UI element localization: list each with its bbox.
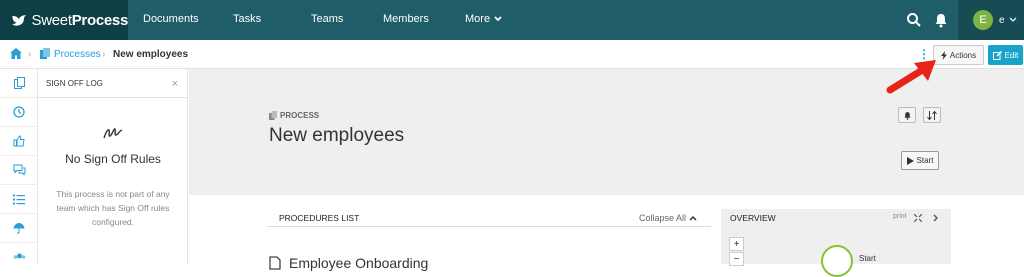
main-content: PROCESS New employees Start PROCEDURES L… xyxy=(189,69,1024,277)
overview-panel: OVERVIEW print + − Start xyxy=(721,209,951,277)
app-logo[interactable]: Sweet Process xyxy=(0,0,128,40)
zoom-in-button[interactable]: + xyxy=(729,237,744,251)
chevron-down-icon xyxy=(494,16,502,22)
chevron-right-icon[interactable] xyxy=(933,214,939,222)
empty-state-text: This process is not part of any team whi… xyxy=(56,189,170,227)
edit-icon xyxy=(992,50,1002,60)
user-name: e xyxy=(999,14,1005,26)
flow-start-label: Start xyxy=(859,254,876,263)
collapse-all-button[interactable]: Collapse All xyxy=(639,213,697,223)
process-label-text: PROCESS xyxy=(280,111,320,120)
lightning-icon xyxy=(940,50,947,60)
procedures-list-header: PROCEDURES LIST Collapse All xyxy=(267,209,711,227)
close-icon[interactable]: × xyxy=(172,78,178,90)
play-icon xyxy=(906,156,914,165)
documents-icon xyxy=(40,48,50,59)
breadcrumb-separator: › xyxy=(28,49,32,60)
overview-header: OVERVIEW print xyxy=(721,209,951,227)
side-comments-button[interactable] xyxy=(0,156,38,185)
sign-off-log-title: SIGN OFF LOG xyxy=(46,78,103,88)
side-history-button[interactable] xyxy=(0,98,38,127)
users-icon xyxy=(13,253,25,259)
side-documents-button[interactable] xyxy=(0,69,38,98)
breadcrumb-processes[interactable]: Processes xyxy=(54,49,101,60)
start-label: Start xyxy=(916,156,934,165)
bell-icon xyxy=(903,111,911,120)
page-title: New employees xyxy=(269,125,405,146)
edit-button[interactable]: Edit xyxy=(988,45,1023,65)
annotation-arrow-icon xyxy=(886,60,936,94)
avatar: E xyxy=(973,10,993,30)
nav-tasks[interactable]: Tasks xyxy=(233,13,261,25)
empty-state-title: No Sign Off Rules xyxy=(65,152,161,166)
nav-more[interactable]: More xyxy=(465,13,502,25)
sign-off-log-header: SIGN OFF LOG × xyxy=(38,69,187,98)
nav-members[interactable]: Members xyxy=(383,13,429,25)
search-icon[interactable] xyxy=(906,12,922,28)
user-menu[interactable]: E e xyxy=(958,0,1024,40)
documents-icon xyxy=(269,111,277,120)
nav-more-label: More xyxy=(465,13,491,25)
procedure-item-title: Employee Onboarding xyxy=(289,255,429,271)
logo-bird-icon xyxy=(12,15,27,26)
thumbs-up-icon xyxy=(13,135,25,147)
process-type-label: PROCESS xyxy=(269,111,319,120)
flow-start-node[interactable] xyxy=(821,245,853,277)
brand-name-sweet: Sweet xyxy=(31,11,73,29)
actions-button[interactable]: Actions xyxy=(933,45,984,65)
edit-label: Edit xyxy=(1004,50,1019,60)
brand-name-process: Process xyxy=(71,11,129,29)
print-link[interactable]: print xyxy=(893,213,907,220)
actions-label: Actions xyxy=(949,50,977,60)
side-list-button[interactable] xyxy=(0,185,38,214)
chevron-down-icon xyxy=(1009,17,1017,22)
nav-teams[interactable]: Teams xyxy=(311,13,343,25)
comments-icon xyxy=(13,164,25,176)
procedure-item[interactable]: Employee Onboarding xyxy=(269,255,428,271)
notifications-toggle-button[interactable] xyxy=(898,107,916,123)
home-icon[interactable] xyxy=(10,48,22,59)
chevron-up-icon xyxy=(689,215,697,221)
side-approvals-button[interactable] xyxy=(0,127,38,156)
collapse-all-label: Collapse All xyxy=(638,213,686,223)
clock-icon xyxy=(13,106,25,118)
procedures-list-title: PROCEDURES LIST xyxy=(279,213,360,223)
breadcrumb-current: New employees xyxy=(113,49,189,60)
expand-icon[interactable] xyxy=(914,214,922,222)
document-icon xyxy=(269,256,281,270)
copy-icon xyxy=(13,77,25,89)
signature-icon xyxy=(103,128,123,139)
side-teams-button[interactable] xyxy=(0,243,38,272)
top-navbar: Sweet Process Documents Tasks Teams Membe… xyxy=(0,0,1024,40)
bell-icon[interactable] xyxy=(933,12,949,28)
start-button[interactable]: Start xyxy=(901,151,939,170)
umbrella-icon xyxy=(13,223,25,234)
breadcrumb-separator: › xyxy=(102,49,106,60)
breadcrumb: › Processes › New employees xyxy=(0,40,1024,69)
overview-title: OVERVIEW xyxy=(730,213,776,223)
sort-button[interactable] xyxy=(923,107,941,123)
side-policies-button[interactable] xyxy=(0,214,38,243)
list-icon xyxy=(13,194,25,204)
sort-icon xyxy=(927,110,937,120)
nav-documents[interactable]: Documents xyxy=(143,13,199,25)
sign-off-log-panel: SIGN OFF LOG × No Sign Off Rules This pr… xyxy=(38,69,188,264)
side-tool-rail xyxy=(0,69,38,264)
